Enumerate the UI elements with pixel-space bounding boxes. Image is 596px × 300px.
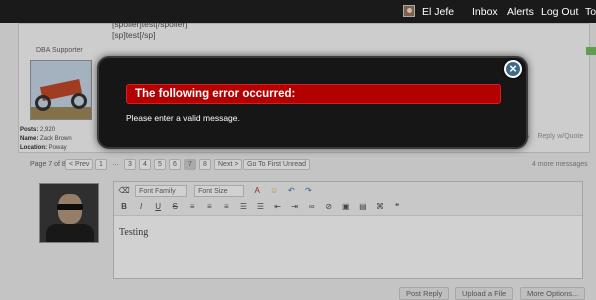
inbox-link[interactable]: Inbox [472, 6, 498, 18]
top-navigation: El Jefe Inbox Alerts Log Out To [0, 0, 596, 23]
alerts-link[interactable]: Alerts [507, 6, 534, 18]
error-message: Please enter a valid message. [126, 113, 240, 123]
error-title: The following error occurred: [126, 84, 501, 104]
close-icon[interactable]: × [504, 60, 522, 78]
user-avatar-icon[interactable] [403, 5, 415, 17]
user-menu-link[interactable]: El Jefe [422, 6, 454, 18]
logout-link[interactable]: Log Out [541, 6, 578, 18]
error-dialog: The following error occurred: Please ent… [97, 56, 528, 149]
modal-overlay[interactable] [0, 0, 596, 300]
top-link[interactable]: To [585, 6, 596, 18]
